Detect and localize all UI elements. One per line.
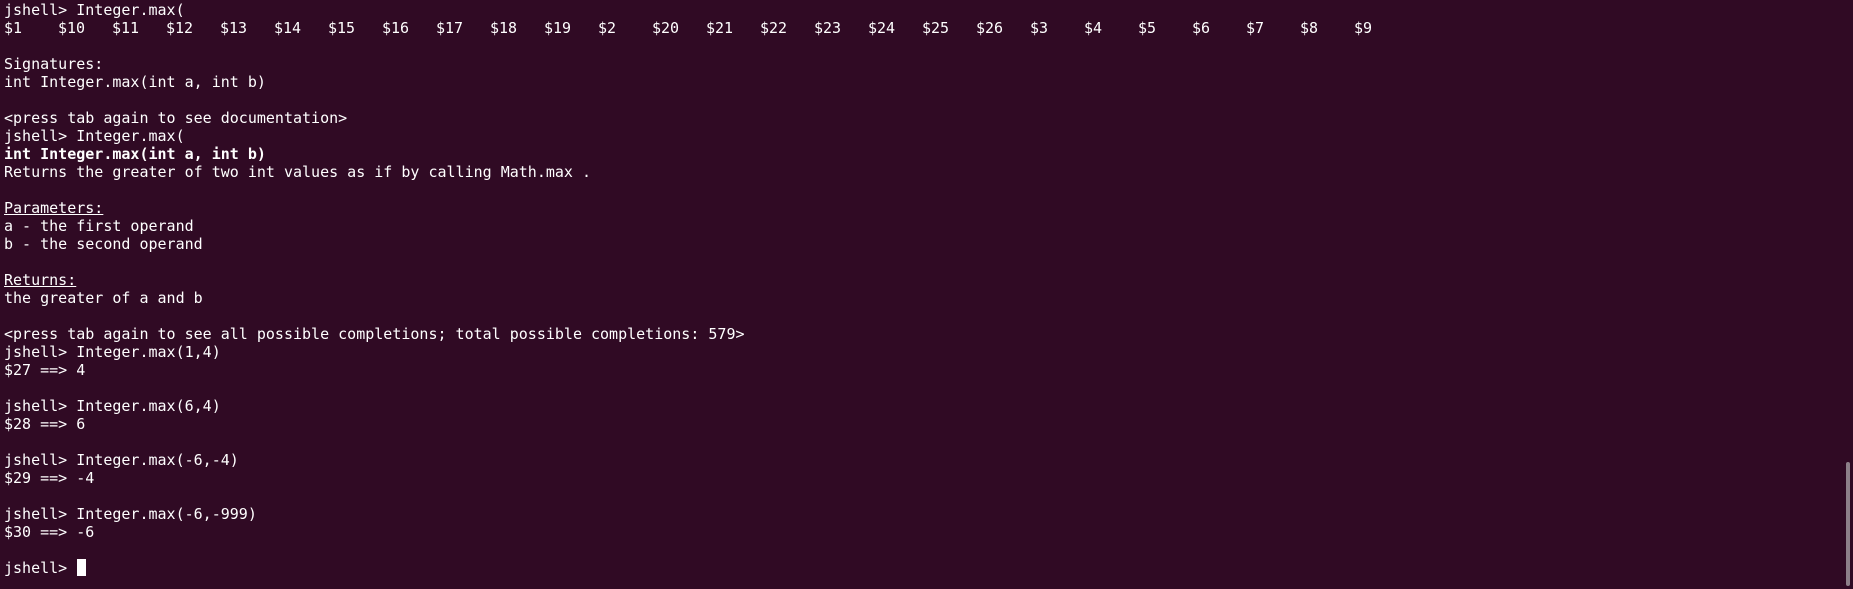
prompt-line: jshell> Integer.max( — [4, 127, 185, 145]
completion-var: $16 — [382, 19, 410, 37]
parameters-heading: Parameters: — [4, 199, 104, 217]
tab-hint-documentation: <press tab again to see documentation> — [4, 109, 348, 127]
completion-var: $25 — [922, 19, 950, 37]
param-a: a - the first operand — [4, 217, 194, 235]
completion-var: $24 — [868, 19, 896, 37]
completion-var: $20 — [652, 19, 680, 37]
completion-var: $8 — [1300, 19, 1319, 37]
completion-var: $11 — [112, 19, 140, 37]
returns-text: the greater of a and b — [4, 289, 203, 307]
completion-var: $19 — [544, 19, 572, 37]
result-line: $28 ==> 6 — [4, 415, 86, 433]
completion-var: $22 — [760, 19, 788, 37]
signature-line: int Integer.max(int a, int b) — [4, 73, 266, 91]
completion-var: $15 — [328, 19, 356, 37]
prompt-line: jshell> Integer.max(-6,-999) — [4, 505, 257, 523]
prompt-line: jshell> Integer.max( — [4, 1, 185, 19]
completion-var: $2 — [598, 19, 617, 37]
completion-var: $18 — [490, 19, 518, 37]
completion-var: $4 — [1084, 19, 1103, 37]
completion-var: $21 — [706, 19, 734, 37]
completion-var: $10 — [58, 19, 86, 37]
prompt-text: jshell> — [4, 559, 77, 577]
prompt-line: jshell> Integer.max(1,4) — [4, 343, 221, 361]
signatures-heading: Signatures: — [4, 55, 104, 73]
completion-var: $23 — [814, 19, 842, 37]
prompt-line: jshell> Integer.max(-6,-4) — [4, 451, 239, 469]
scrollbar-thumb[interactable] — [1846, 462, 1850, 586]
doc-description: Returns the greater of two int values as… — [4, 163, 591, 181]
completion-variables-row: $1 $10 $11 $12 $13 $14 $15 $16 $17 $18 $19 $2 $20 $21… — [4, 19, 1833, 37]
scrollbar[interactable] — [1841, 0, 1853, 589]
completion-var: $12 — [166, 19, 194, 37]
text-cursor — [77, 559, 87, 576]
result-line: $27 ==> 4 — [4, 361, 86, 379]
doc-signature: int Integer.max(int a, int b) — [4, 145, 266, 163]
completion-var: $13 — [220, 19, 248, 37]
completion-var: $6 — [1192, 19, 1211, 37]
terminal-window[interactable]: jshell> Integer.max( $1 $10 $11 $12 $13 $14 $1… — [0, 0, 1853, 589]
completion-var: $14 — [274, 19, 302, 37]
tab-hint-completions: <press tab again to see all possible com… — [4, 325, 745, 343]
completion-var: $26 — [976, 19, 1004, 37]
returns-heading: Returns: — [4, 271, 77, 289]
result-line: $29 ==> -4 — [4, 469, 95, 487]
completion-var: $17 — [436, 19, 464, 37]
param-b: b - the second operand — [4, 235, 203, 253]
completion-var: $1 — [4, 19, 23, 37]
completion-var: $7 — [1246, 19, 1265, 37]
terminal-output: jshell> Integer.max( $1 $10 $11 $12 $13 $14 $1… — [4, 1, 1833, 577]
active-prompt-line[interactable]: jshell> — [4, 559, 1833, 577]
completion-var: $5 — [1138, 19, 1157, 37]
completion-var: $3 — [1030, 19, 1049, 37]
prompt-line: jshell> Integer.max(6,4) — [4, 397, 221, 415]
completion-var: $9 — [1354, 19, 1373, 37]
result-line: $30 ==> -6 — [4, 523, 95, 541]
